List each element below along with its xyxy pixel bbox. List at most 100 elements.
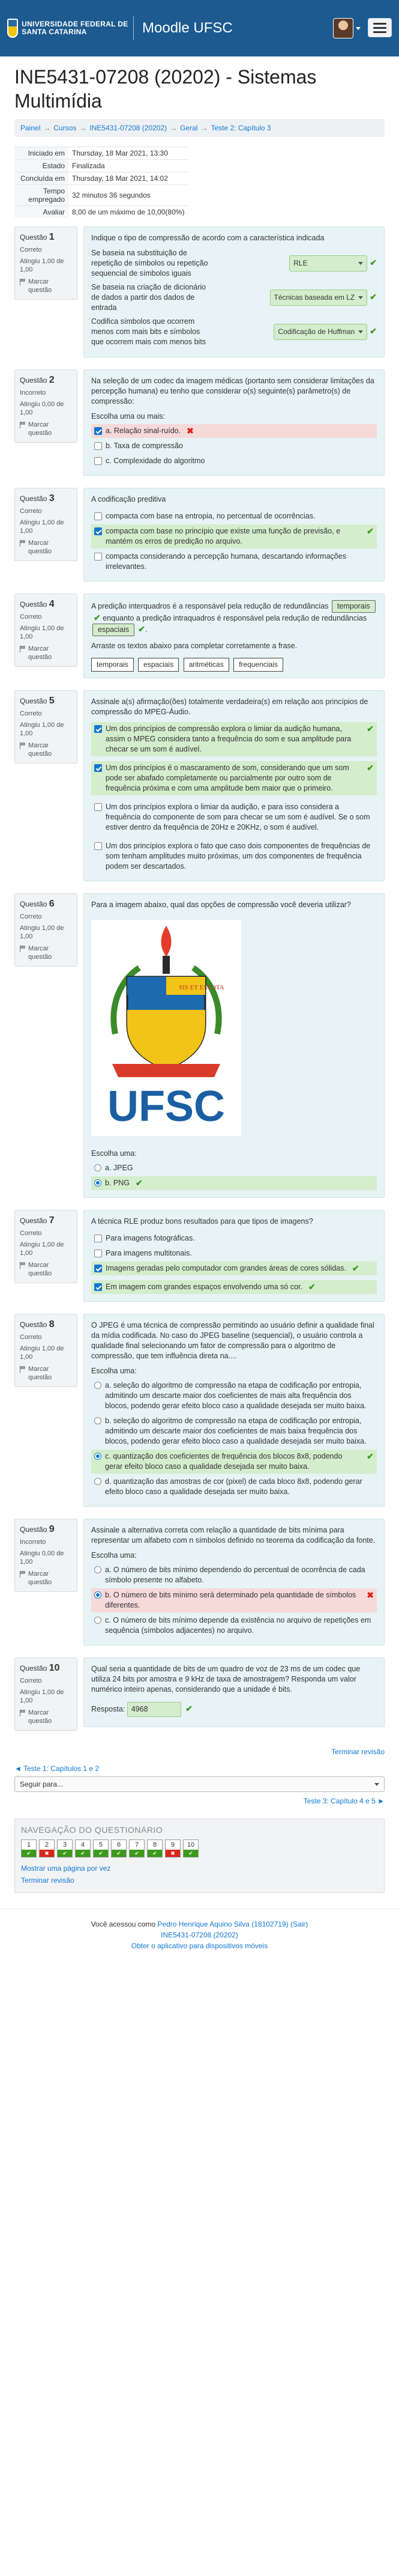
answer-option[interactable]: Para imagens multitonais. <box>91 1247 377 1260</box>
answer-option[interactable]: a. Relação sinal-ruído. ✖ <box>91 424 377 438</box>
answer-option[interactable]: b. Taxa de compressão <box>91 439 377 453</box>
answer-option[interactable]: compacta com base na entropia, no percen… <box>91 509 377 523</box>
answer-checkbox[interactable] <box>94 427 102 435</box>
answer-option[interactable]: a. seleção do algoritmo de compressão na… <box>91 1379 377 1413</box>
breadcrumb-item-painel[interactable]: Painel <box>20 124 40 132</box>
quiz-nav-button[interactable]: 2 ✖ <box>39 1839 55 1858</box>
answer-radio[interactable] <box>94 1478 101 1485</box>
logout-link[interactable]: (Sair) <box>290 1920 308 1928</box>
answer-checkbox[interactable] <box>94 457 102 465</box>
hamburger-menu-button[interactable] <box>368 18 392 37</box>
chevron-down-icon <box>358 262 364 265</box>
site-brand[interactable]: Moodle UFSC <box>142 20 233 37</box>
jump-to-select[interactable]: Seguir para... <box>14 1776 385 1792</box>
quiz-nav-button[interactable]: 5 ✔ <box>93 1839 109 1858</box>
quiz-nav-button[interactable]: 7 ✔ <box>129 1839 145 1858</box>
answer-option[interactable]: c. Complexidade do algoritmo <box>91 454 377 468</box>
answer-radio[interactable] <box>94 1453 101 1460</box>
flag-question-button[interactable]: Marcar questão <box>20 539 72 556</box>
quiz-nav-button[interactable]: 10 ✔ <box>183 1839 199 1858</box>
user-profile-link[interactable]: Pedro Henrique Aquino Silva (18102719) <box>157 1920 288 1928</box>
answer-option[interactable]: c. O número de bits mínimo depende da ex… <box>91 1614 377 1638</box>
drag-item[interactable]: espaciais <box>138 658 179 672</box>
quiz-nav-button[interactable]: 3 ✔ <box>57 1839 73 1858</box>
quiz-nav-button[interactable]: 9 ✖ <box>165 1839 181 1858</box>
answer-checkbox[interactable] <box>94 1250 102 1257</box>
answer-checkbox[interactable] <box>94 725 102 733</box>
ufsc-logo[interactable]: UNIVERSIDADE FEDERAL DE SANTA CATARINA <box>7 19 133 38</box>
flag-question-button[interactable]: Marcar questão <box>20 1570 72 1587</box>
breadcrumb-item-quiz[interactable]: Teste 2: Capítulo 3 <box>211 124 271 132</box>
flag-question-button[interactable]: Marcar questão <box>20 1365 72 1382</box>
drag-item[interactable]: aritméticas <box>183 658 229 672</box>
answer-radio[interactable] <box>94 1179 101 1186</box>
breadcrumb-item-geral[interactable]: Geral <box>180 124 197 132</box>
answer-option[interactable]: Para imagens fotográficas. <box>91 1232 377 1245</box>
answer-radio[interactable] <box>94 1566 101 1573</box>
mobile-app-link[interactable]: Obter o aplicativo para dispositivos móv… <box>131 1942 268 1950</box>
course-link[interactable]: INE5431-07208 (20202) <box>161 1931 238 1939</box>
show-one-page-link[interactable]: Mostrar uma página por vez <box>21 1864 110 1873</box>
flag-question-button[interactable]: Marcar questão <box>20 1709 72 1725</box>
answer-radio[interactable] <box>94 1617 101 1624</box>
answer-radio[interactable] <box>94 1164 101 1171</box>
flag-question-button[interactable]: Marcar questão <box>20 645 72 661</box>
breadcrumb-item-course[interactable]: INE5431-07208 (20202) <box>89 124 167 132</box>
answer-option[interactable]: b. seleção do algoritmo de compressão na… <box>91 1414 377 1448</box>
next-activity-link[interactable]: Teste 3: Capítulo 4 e 5 ► <box>304 1797 385 1805</box>
finish-review-link[interactable]: Terminar revisão <box>21 1876 74 1885</box>
answer-checkbox[interactable] <box>94 442 102 450</box>
drag-item[interactable]: temporais <box>91 658 134 672</box>
flag-question-button[interactable]: Marcar questão <box>20 278 72 294</box>
answer-option[interactable]: Em imagem com grandes espaços envolvendo… <box>91 1280 377 1294</box>
answer-option[interactable]: a. JPEG <box>91 1161 377 1175</box>
answer-radio[interactable] <box>94 1417 101 1424</box>
attempt-summary-table: Iniciado em Thursday, 18 Mar 2021, 13:30 … <box>14 147 188 218</box>
quiz-nav-button[interactable]: 4 ✔ <box>75 1839 91 1858</box>
answer-checkbox[interactable] <box>94 764 102 772</box>
flag-question-button[interactable]: Marcar questão <box>20 944 72 961</box>
answer-option[interactable]: Um dos princípios de compressão explora … <box>91 722 377 756</box>
finish-review-link[interactable]: Terminar revisão <box>331 1748 385 1756</box>
flag-question-button[interactable]: Marcar questão <box>20 421 72 437</box>
answer-checkbox[interactable] <box>94 803 102 811</box>
answer-option[interactable]: Um dos princípios explora o fato que cas… <box>91 839 377 873</box>
answer-option[interactable]: d. quantização das amostras de cor (pixe… <box>91 1475 377 1499</box>
avatar[interactable] <box>333 18 353 38</box>
answer-option[interactable]: c. quantização dos coeficientes de frequ… <box>91 1450 377 1474</box>
match-select[interactable]: Técnicas baseada em LZ <box>269 290 368 306</box>
match-select[interactable]: RLE <box>289 255 368 272</box>
flag-question-button[interactable]: Marcar questão <box>20 1261 72 1278</box>
answer-checkbox[interactable] <box>94 1235 102 1242</box>
drop-zone[interactable]: temporais <box>331 600 376 613</box>
answer-checkbox[interactable] <box>94 553 102 560</box>
answer-checkbox[interactable] <box>94 1265 102 1272</box>
answer-checkbox[interactable] <box>94 512 102 520</box>
drag-item[interactable]: frequenciais <box>233 658 283 672</box>
quiz-nav-button[interactable]: 8 ✔ <box>147 1839 163 1858</box>
breadcrumb-item-cursos[interactable]: Cursos <box>53 124 76 132</box>
summary-value: Finalizada <box>68 159 188 172</box>
answer-option[interactable]: a. O número de bits mínimo dependendo do… <box>91 1563 377 1587</box>
quiz-nav-button[interactable]: 6 ✔ <box>111 1839 127 1858</box>
answer-checkbox[interactable] <box>94 842 102 850</box>
answer-radio[interactable] <box>94 1591 101 1599</box>
user-menu[interactable] <box>333 18 361 38</box>
cross-icon: ✖ <box>187 426 194 436</box>
answer-checkbox[interactable] <box>94 1283 102 1291</box>
match-select[interactable]: Codificação de Huffman <box>274 324 368 340</box>
answer-radio[interactable] <box>94 1382 101 1389</box>
quiz-nav-button[interactable]: 1 ✔ <box>21 1839 37 1858</box>
answer-option[interactable]: compacta considerando a percepção humana… <box>91 550 377 574</box>
flag-question-button[interactable]: Marcar questão <box>20 741 72 758</box>
prev-activity-link[interactable]: ◄ Teste 1: Capítulos 1 e 2 <box>14 1764 99 1773</box>
answer-option[interactable]: compacta com base no princípio que exist… <box>91 524 377 548</box>
answer-input[interactable]: 4968 <box>127 1702 181 1717</box>
answer-option[interactable]: Imagens geradas pelo computador com gran… <box>91 1262 377 1275</box>
answer-option[interactable]: Um dos princípios é o mascaramento de so… <box>91 761 377 795</box>
answer-option[interactable]: b. O número de bits mínimo será determin… <box>91 1588 377 1612</box>
answer-option[interactable]: Um dos princípios explora o limiar da au… <box>91 800 377 834</box>
answer-option[interactable]: b. PNG ✔ <box>91 1176 377 1190</box>
answer-checkbox[interactable] <box>94 527 102 535</box>
drop-zone[interactable]: espaciais <box>92 624 135 636</box>
